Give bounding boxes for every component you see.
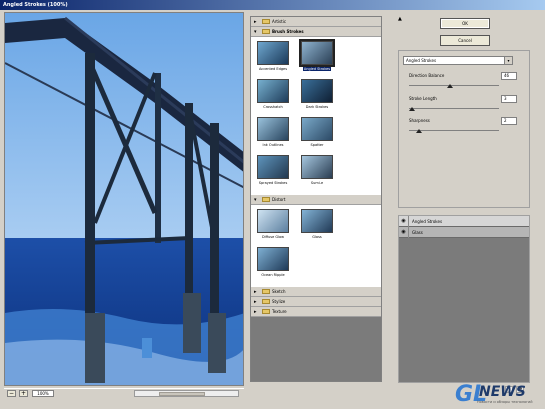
zoom-level[interactable]: 100%	[32, 389, 54, 397]
logo-brand: NEWS	[479, 384, 526, 400]
filter-label: Sprayed Strokes	[258, 181, 288, 185]
filter-preview-image	[257, 209, 289, 233]
folder-icon	[262, 309, 270, 314]
filter-label: Dark Strokes	[305, 105, 329, 109]
effect-layer-row[interactable]: ◉ Glass	[399, 226, 529, 238]
collapse-arrow-icon: ▾	[254, 28, 257, 35]
group-label: Sketch	[272, 289, 286, 294]
logo-tagline: Новости и обзоры технологий	[477, 400, 533, 404]
cancel-button[interactable]: Cancel	[440, 35, 490, 46]
filter-thumb-ink-outlines[interactable]: Ink Outlines	[251, 117, 295, 155]
filter-thumb-sumi-e[interactable]: Sumi-e	[295, 155, 339, 193]
group-sketch[interactable]: ▸ Sketch	[251, 287, 381, 297]
filter-settings-panel: Angled Strokes ▾ Direction Balance 46 St…	[398, 50, 530, 208]
chevron-down-icon[interactable]: ▾	[504, 57, 512, 64]
filter-thumb-dark-strokes[interactable]: Dark Strokes	[295, 79, 339, 117]
folder-icon	[262, 19, 270, 24]
folder-icon	[262, 289, 270, 294]
folder-icon	[262, 299, 270, 304]
distort-thumbnails: Diffuse Glow Glass Ocean Ripple	[251, 205, 381, 287]
sharpness-label: Sharpness	[409, 118, 430, 123]
preview-horizontal-scrollbar[interactable]	[134, 390, 239, 397]
group-label: Distort	[272, 197, 286, 202]
filter-label: Ocean Ripple	[261, 273, 285, 277]
group-stylize[interactable]: ▸ Stylize	[251, 297, 381, 307]
stroke-length-input[interactable]: 3	[501, 95, 517, 103]
expand-arrow-icon: ▸	[254, 18, 257, 25]
effect-layers-panel: ◉ Angled Strokes ◉ Glass	[398, 215, 530, 383]
expand-arrow-icon: ▸	[254, 288, 257, 295]
filter-thumb-ocean-ripple[interactable]: Ocean Ripple	[251, 247, 295, 285]
group-brush-strokes[interactable]: ▾ Brush Strokes	[251, 27, 381, 37]
collapse-gallery-icon[interactable]: ▲	[398, 17, 404, 23]
expand-arrow-icon: ▸	[254, 308, 257, 315]
sharpness-slider-thumb[interactable]	[416, 129, 422, 133]
brush-strokes-thumbnails: Accented Edges Angled Strokes Crosshatch…	[251, 37, 381, 195]
filter-select-value: Angled Strokes	[406, 58, 437, 63]
zoom-in-button[interactable]: +	[19, 389, 28, 397]
filter-preview-image	[301, 155, 333, 179]
filter-select[interactable]: Angled Strokes ▾	[403, 56, 513, 65]
preview-status-bar: − + 100%	[4, 388, 244, 397]
filter-label: Accented Edges	[258, 67, 288, 71]
filter-label: Crosshatch	[263, 105, 283, 109]
filter-label: Angled Strokes	[302, 67, 332, 71]
filter-thumb-sprayed-strokes[interactable]: Sprayed Strokes	[251, 155, 295, 193]
filter-thumb-diffuse-glow[interactable]: Diffuse Glow	[251, 209, 295, 247]
filter-thumb-crosshatch[interactable]: Crosshatch	[251, 79, 295, 117]
ok-button[interactable]: OK	[440, 18, 490, 29]
filter-label: Diffuse Glow	[261, 235, 285, 239]
filter-label: Ink Outlines	[262, 143, 284, 147]
folder-icon	[262, 197, 270, 202]
filter-preview-image	[301, 117, 333, 141]
folder-icon	[262, 29, 270, 34]
stroke-length-slider[interactable]	[409, 108, 499, 109]
eye-icon[interactable]: ◉	[399, 226, 409, 238]
stroke-length-label: Stroke Length	[409, 96, 437, 101]
pier-photo	[5, 13, 243, 385]
filter-label: Glass	[312, 235, 322, 239]
sharpness-slider[interactable]	[409, 130, 499, 131]
filter-thumb-accented-edges[interactable]: Accented Edges	[251, 41, 295, 79]
eye-icon[interactable]: ◉	[399, 215, 409, 227]
watermark-logo: GL NEWS Новости и обзоры технологий	[455, 382, 545, 409]
filter-preview-image	[257, 79, 289, 103]
collapse-arrow-icon: ▾	[254, 196, 257, 203]
filter-thumb-glass[interactable]: Glass	[295, 209, 339, 247]
direction-balance-label: Direction Balance	[409, 73, 445, 78]
effect-layer-name: Angled Strokes	[412, 218, 443, 224]
group-texture[interactable]: ▸ Texture	[251, 307, 381, 317]
window-title: Angled Strokes (100%)	[3, 2, 68, 8]
direction-balance-slider[interactable]	[409, 85, 499, 86]
group-distort[interactable]: ▾ Distort	[251, 195, 381, 205]
group-label: Brush Strokes	[272, 29, 304, 34]
direction-balance-slider-thumb[interactable]	[447, 84, 453, 88]
filter-preview-image	[257, 117, 289, 141]
filter-preview-image	[301, 79, 333, 103]
filter-thumb-spatter[interactable]: Spatter	[295, 117, 339, 155]
filter-label: Spatter	[310, 143, 324, 147]
scrollbar-thumb[interactable]	[159, 392, 205, 396]
group-label: Artistic	[272, 19, 287, 24]
filter-thumb-angled-strokes[interactable]: Angled Strokes	[295, 39, 339, 79]
direction-balance-input[interactable]: 46	[501, 72, 517, 80]
filter-preview-image	[299, 39, 335, 67]
filter-preview-image	[257, 155, 289, 179]
filter-preview-image	[257, 41, 289, 65]
filter-label: Sumi-e	[310, 181, 324, 185]
stroke-length-slider-thumb[interactable]	[409, 107, 415, 111]
group-label: Texture	[272, 309, 287, 314]
filter-preview-image	[257, 247, 289, 271]
window-title-bar: Angled Strokes (100%)	[0, 0, 545, 10]
sharpness-input[interactable]: 2	[501, 117, 517, 125]
effect-layer-name: Glass	[412, 229, 423, 235]
image-preview[interactable]	[4, 12, 244, 386]
group-label: Stylize	[272, 299, 286, 304]
filter-gallery: ▸ Artistic ▾ Brush Strokes Accented Edge…	[250, 16, 382, 382]
zoom-out-button[interactable]: −	[7, 389, 16, 397]
group-artistic[interactable]: ▸ Artistic	[251, 17, 381, 27]
filter-preview-image	[301, 209, 333, 233]
effect-layer-row[interactable]: ◉ Angled Strokes	[399, 215, 529, 227]
expand-arrow-icon: ▸	[254, 298, 257, 305]
